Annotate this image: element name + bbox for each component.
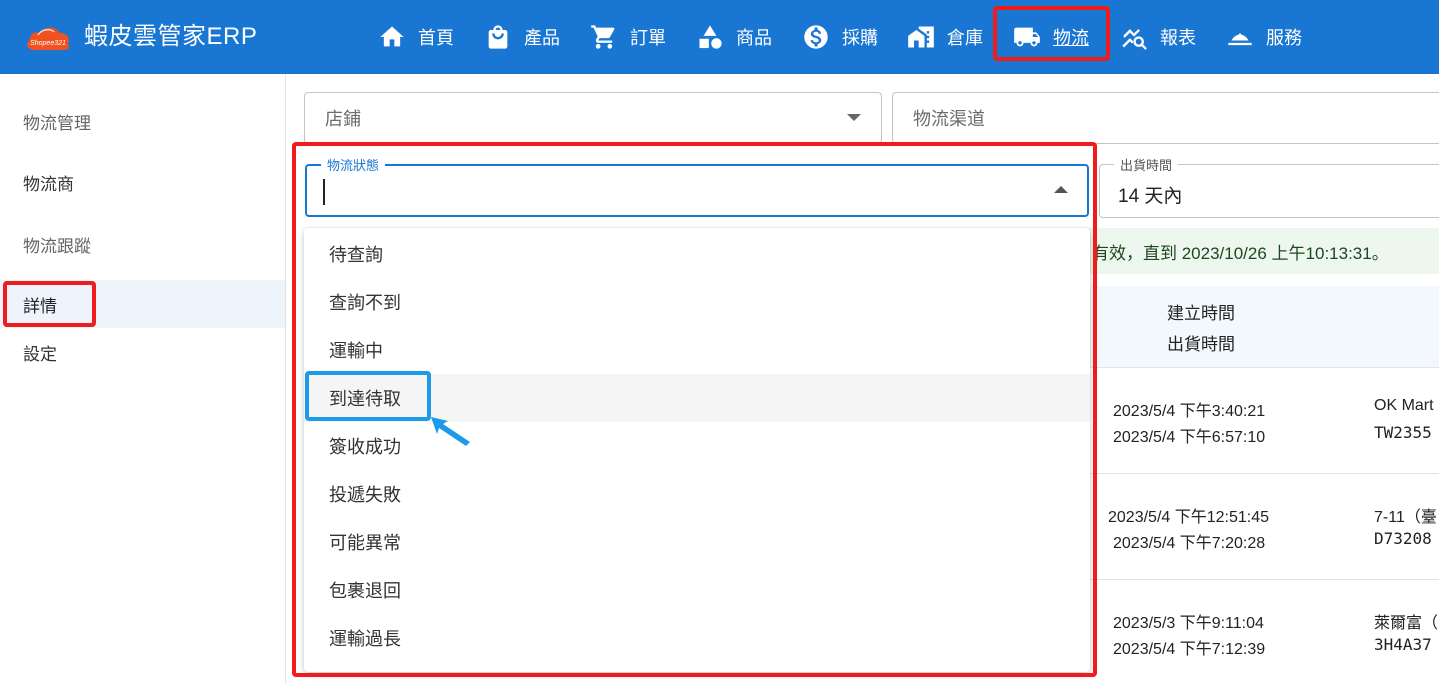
nav-reports[interactable]: 報表 (1120, 18, 1196, 56)
validity-alert: 有效，直到 2023/10/26 上午10:13:31。 (1080, 228, 1439, 274)
nav-services[interactable]: 服務 (1226, 18, 1302, 56)
nav-orders[interactable]: 訂單 (590, 18, 666, 56)
header-created-time: 建立時間 (1167, 304, 1235, 323)
status-option-not-found[interactable]: 查詢不到 (304, 278, 1090, 326)
table-header: 建立時間 出貨時間 (1090, 286, 1439, 368)
shapes-icon (699, 25, 722, 49)
table-row[interactable]: 2023/5/4 下午3:40:21 2023/5/4 下午6:57:10 OK… (1090, 368, 1439, 474)
chevron-up-icon[interactable] (1054, 186, 1068, 193)
sidebar-header-logistics-management: 物流管理 (23, 113, 91, 133)
status-option-arrived-pickup[interactable]: 到達待取 (304, 374, 1090, 422)
logistics-channel-select[interactable]: 物流渠道 (892, 92, 1439, 144)
logistics-status-label: 物流狀態 (321, 155, 386, 174)
ship-time-value: 14 天內 (1118, 186, 1183, 207)
status-option-transit-too-long[interactable]: 運輸過長 (304, 614, 1090, 662)
nav-logistics[interactable]: 物流 (1013, 18, 1089, 56)
nav-warehouse[interactable]: 倉庫 (907, 18, 983, 56)
ship-time-label: 出貨時間 (1114, 155, 1179, 174)
table-row[interactable]: 2023/5/4 下午12:51:45 2023/5/4 下午7:20:28 7… (1090, 474, 1439, 580)
warehouse-icon (908, 26, 934, 48)
app-brand-title[interactable]: 蝦皮雲管家ERP (84, 22, 257, 52)
nav-purchase[interactable]: 採購 (802, 18, 878, 56)
status-option-returned[interactable]: 包裹退回 (304, 566, 1090, 614)
logistics-status-input[interactable] (321, 178, 1021, 204)
chevron-down-icon (847, 114, 861, 121)
sidebar-item-settings[interactable]: 設定 (0, 328, 285, 376)
store-select[interactable]: 店鋪 (304, 92, 882, 144)
status-option-in-transit[interactable]: 運輸中 (304, 326, 1090, 374)
header-ship-time: 出貨時間 (1167, 335, 1235, 354)
sidebar-item-details[interactable]: 詳情 (0, 280, 285, 328)
logo-text: Shopee321 (30, 40, 66, 47)
status-option-pending-query[interactable]: 待查詢 (304, 230, 1090, 278)
truck-icon (1014, 27, 1040, 47)
sidebar-header-logistics-tracking: 物流跟蹤 (23, 236, 91, 256)
service-bell-icon (1228, 33, 1252, 46)
top-app-bar: Shopee321 蝦皮雲管家ERP 首頁 產品 訂單 商品 採購 倉庫 物流 … (0, 0, 1439, 74)
status-option-possible-exception[interactable]: 可能異常 (304, 518, 1090, 566)
status-option-delivered[interactable]: 簽收成功 (304, 422, 1090, 470)
sidebar: 物流管理 物流商 物流跟蹤 詳情 設定 (0, 74, 286, 683)
cart-icon (591, 25, 615, 49)
home-icon (380, 26, 404, 47)
text-cursor (323, 179, 325, 205)
table-row[interactable]: 2023/5/3 下午9:11:04 2023/5/4 下午7:12:39 萊爾… (1090, 580, 1439, 683)
sidebar-item-carriers[interactable]: 物流商 (0, 158, 285, 206)
status-option-delivery-failed[interactable]: 投遞失敗 (304, 470, 1090, 518)
ship-time-select[interactable]: 出貨時間 14 天內 (1099, 155, 1439, 218)
dollar-icon (804, 25, 828, 49)
nav-home[interactable]: 首頁 (378, 18, 454, 56)
status-options-menu: 待查詢 查詢不到 運輸中 到達待取 簽收成功 投遞失敗 可能異常 包裹退回 運輸… (304, 228, 1090, 672)
nav-goods[interactable]: 商品 (696, 18, 772, 56)
shopping-bag-icon (488, 25, 508, 49)
cloud-logo-icon[interactable]: Shopee321 (24, 22, 72, 52)
nav-products[interactable]: 產品 (484, 18, 560, 56)
logistics-status-combobox[interactable]: 物流狀態 (305, 155, 1089, 217)
chart-search-icon (1122, 29, 1147, 50)
